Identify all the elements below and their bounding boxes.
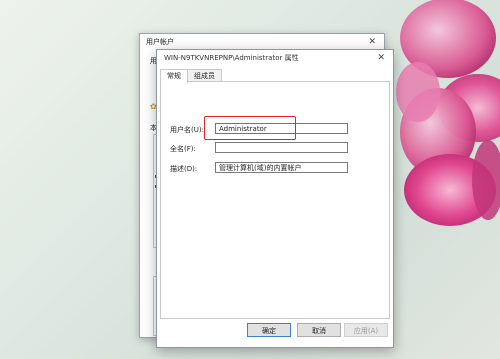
username-label: 用户名(U): [170,126,204,134]
ok-button[interactable]: 确定 [247,323,291,337]
user-accounts-titlebar: 用户帐户 ✕ [140,34,384,50]
close-icon[interactable]: ✕ [368,34,376,50]
cancel-button[interactable]: 取消 [297,323,341,337]
username-field[interactable]: Administrator [215,123,348,134]
tab-general[interactable]: 常规 [160,69,188,83]
user-accounts-title: 用户帐户 [146,38,174,46]
description-field[interactable]: 管理计算机(域)的内置帐户 [215,162,348,173]
fullname-field[interactable] [215,142,348,153]
properties-titlebar: WIN-N9TKVNREPNP\Administrator 属性 ✕ [157,50,393,66]
general-tab-panel: 用户名(U): Administrator 全名(F): 描述(D): 管理计算… [160,81,390,319]
dialog-title: WIN-N9TKVNREPNP\Administrator 属性 [164,54,299,62]
description-label: 描述(D): [170,165,198,173]
apply-button[interactable]: 应用(A) [344,323,388,337]
close-icon[interactable]: ✕ [377,50,385,66]
fullname-label: 全名(F): [170,145,196,153]
properties-dialog: WIN-N9TKVNREPNP\Administrator 属性 ✕ 常规 组成… [156,49,394,348]
